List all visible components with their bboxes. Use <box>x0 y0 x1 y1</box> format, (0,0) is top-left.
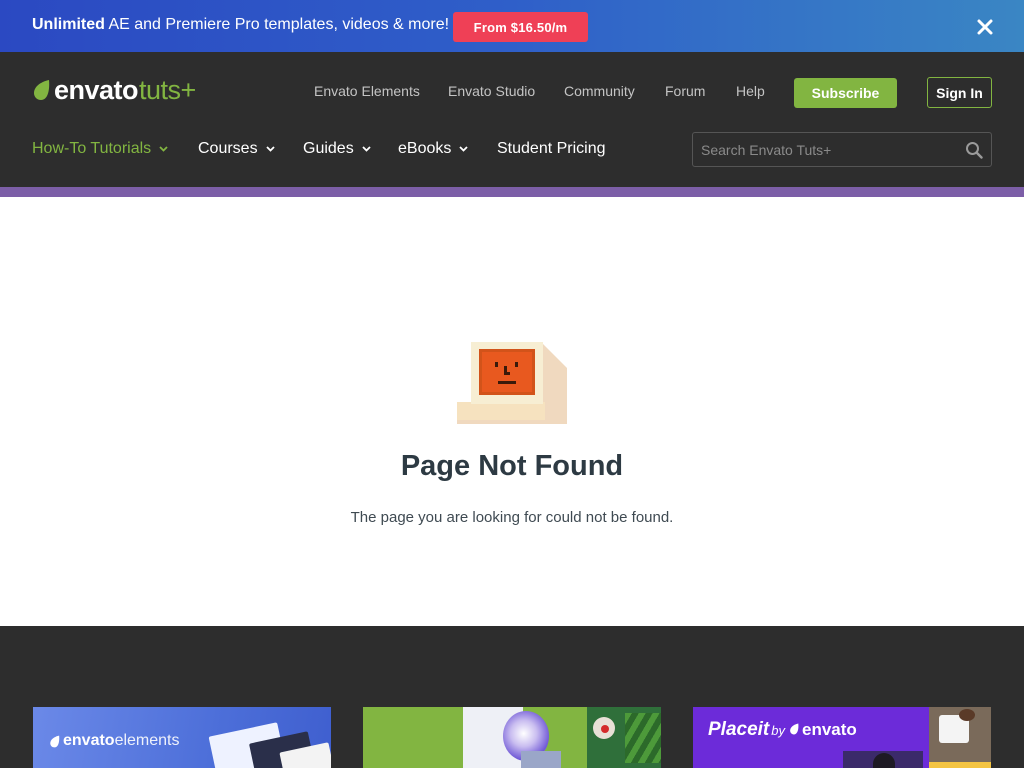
header-accent-bar <box>0 187 1024 197</box>
top-link-help[interactable]: Help <box>736 83 765 99</box>
logo-envato-text: envato <box>54 74 139 105</box>
site-header: envato tuts+ Envato Elements Envato Stud… <box>0 52 1024 187</box>
nav-ebooks[interactable]: eBooks <box>398 140 469 158</box>
promo-text: Unlimited AE and Premiere Pro templates,… <box>32 16 450 33</box>
top-link-envato-elements[interactable]: Envato Elements <box>314 83 420 99</box>
nav-how-to-tutorials[interactable]: How-To Tutorials <box>32 140 168 158</box>
logo-tuts-text: tuts+ <box>139 74 196 105</box>
top-link-forum[interactable]: Forum <box>665 83 705 99</box>
nav-courses[interactable]: Courses <box>198 140 275 158</box>
search-icon[interactable] <box>965 141 983 159</box>
envato-elements-logo: envato elements <box>49 732 180 750</box>
leaf-icon <box>50 735 60 747</box>
placeit-logo: Placeit by envato <box>708 719 857 740</box>
nav-student-pricing[interactable]: Student Pricing <box>497 140 606 158</box>
close-icon[interactable] <box>976 18 994 36</box>
nav-label: Courses <box>198 140 258 157</box>
chevron-down-icon <box>459 146 469 152</box>
error-message: The page you are looking for could not b… <box>350 509 674 526</box>
top-link-community[interactable]: Community <box>564 83 635 99</box>
chevron-down-icon <box>362 146 371 152</box>
page-title: Page Not Found <box>400 450 624 482</box>
placeit-card[interactable]: Placeit by envato <box>693 707 991 768</box>
promo-cta-button[interactable]: From $16.50/m <box>453 12 588 42</box>
search-input[interactable] <box>701 133 951 166</box>
chevron-down-icon <box>159 146 168 152</box>
subscribe-button[interactable]: Subscribe <box>794 78 897 108</box>
leaf-icon <box>790 723 799 735</box>
leaf-icon <box>34 80 50 100</box>
chevron-down-icon <box>265 146 275 152</box>
promo-banner: Unlimited AE and Premiere Pro templates,… <box>0 0 1024 52</box>
nav-label: Guides <box>303 140 354 157</box>
nav-label: Student Pricing <box>497 140 606 157</box>
site-footer: envato elements Placeit by envato <box>0 626 1024 768</box>
sign-in-button[interactable]: Sign In <box>927 77 992 108</box>
top-link-envato-studio[interactable]: Envato Studio <box>448 83 535 99</box>
envato-tuts-logo[interactable]: envato tuts+ <box>32 74 196 106</box>
nav-guides[interactable]: Guides <box>303 140 371 158</box>
envato-elements-card[interactable]: envato elements <box>33 707 331 768</box>
nav-label: How-To Tutorials <box>32 140 152 157</box>
elements-creative-card[interactable] <box>363 707 661 768</box>
sad-computer-icon <box>457 342 567 424</box>
search-box <box>692 132 992 167</box>
nav-label: eBooks <box>398 140 452 157</box>
